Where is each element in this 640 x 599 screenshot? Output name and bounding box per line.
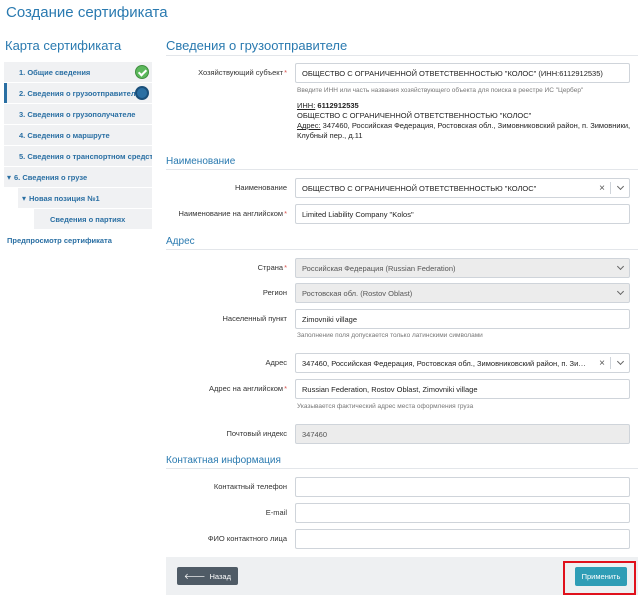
chevron-down-icon: ▾ bbox=[22, 193, 27, 203]
chevron-down-icon[interactable] bbox=[611, 182, 629, 191]
sidebar-item-transport[interactable]: 5. Сведения о транспортном средстве bbox=[4, 146, 152, 166]
sidebar-item-label: Предпросмотр сертификата bbox=[7, 235, 112, 245]
arrow-left-icon: 🡐 bbox=[184, 572, 206, 581]
subject-hint: Введите ИНН или часть названия хозяйству… bbox=[297, 87, 584, 94]
page-title: Создание сертификата bbox=[6, 4, 168, 21]
region-label: Регион bbox=[262, 288, 287, 297]
close-icon[interactable]: × bbox=[594, 183, 610, 194]
sidebar-item-label: 5. Сведения о транспортном средстве bbox=[19, 151, 152, 161]
address-title: Адрес bbox=[166, 236, 195, 247]
country-label: Страна* bbox=[257, 263, 287, 272]
phone-label: Контактный телефон bbox=[213, 482, 287, 491]
contact-person-input[interactable] bbox=[295, 529, 630, 549]
sidebar-item-batches[interactable]: Сведения о партиях bbox=[34, 209, 152, 229]
divider bbox=[166, 468, 638, 469]
close-icon[interactable]: × bbox=[594, 358, 610, 369]
name-en-input[interactable]: Limited Liability Company "Kolos" bbox=[295, 204, 630, 224]
subject-info: ИНН: 6112912535 ОБЩЕСТВО С ОГРАНИЧЕННОЙ … bbox=[297, 101, 631, 140]
divider bbox=[166, 169, 638, 170]
contacts-title: Контактная информация bbox=[166, 455, 281, 466]
sidebar-item-new-position[interactable]: ▾ Новая позиция №1 bbox=[18, 188, 152, 208]
sidebar-title: Карта сертификата bbox=[5, 38, 122, 53]
sidebar-item-cargo[interactable]: ▾ 6. Сведения о грузе bbox=[4, 167, 152, 187]
postal-input: 347460 bbox=[295, 424, 630, 444]
main-title: Сведения о грузоотправителе bbox=[166, 38, 348, 53]
contact-person-label: ФИО контактного лица bbox=[207, 534, 287, 543]
back-button[interactable]: 🡐 Назад bbox=[177, 567, 238, 585]
sidebar-item-label: 2. Сведения о грузоотправителе bbox=[19, 88, 140, 98]
sidebar-item-label: 6. Сведения о грузе bbox=[14, 172, 88, 182]
locality-input[interactable]: Zimovniki village bbox=[295, 309, 630, 329]
sidebar: 1. Общие сведения 2. Сведения о грузоотп… bbox=[4, 62, 152, 251]
addr-select[interactable]: 347460, Российская Федерация, Ростовская… bbox=[295, 353, 630, 373]
dot-circle-icon bbox=[135, 86, 149, 100]
email-label: E-mail bbox=[265, 508, 287, 517]
name-en-label: Наименование на английском* bbox=[178, 209, 287, 218]
region-select: Ростовская обл. (Rostov Oblast) bbox=[295, 283, 630, 303]
sidebar-item-label: Сведения о партиях bbox=[50, 214, 126, 224]
subject-field[interactable]: ОБЩЕСТВО С ОГРАНИЧЕННОЙ ОТВЕТСТВЕННОСТЬЮ… bbox=[295, 63, 630, 83]
check-circle-icon bbox=[135, 65, 149, 79]
divider bbox=[166, 249, 638, 250]
naming-title: Наименование bbox=[166, 156, 236, 167]
postal-label: Почтовый индекс bbox=[226, 429, 287, 438]
sidebar-item-route[interactable]: 4. Сведения о маршруте bbox=[4, 125, 152, 145]
divider bbox=[166, 55, 638, 56]
email-input[interactable] bbox=[295, 503, 630, 523]
country-select: Российская Федерация (Russian Federation… bbox=[295, 258, 630, 278]
sidebar-item-label: 3. Сведения о грузополучателе bbox=[19, 109, 136, 119]
subject-label: Хозяйствующий субъект* bbox=[198, 68, 287, 77]
sidebar-item-preview[interactable]: Предпросмотр сертификата bbox=[4, 230, 152, 250]
addr-en-input[interactable]: Russian Federation, Rostov Oblast, Zimov… bbox=[295, 379, 630, 399]
sidebar-item-general[interactable]: 1. Общие сведения bbox=[4, 62, 152, 82]
addr-en-label: Адрес на английском* bbox=[209, 384, 287, 393]
addr-label: Адрес bbox=[265, 358, 287, 367]
sidebar-item-consignor[interactable]: 2. Сведения о грузоотправителе bbox=[4, 83, 152, 103]
sidebar-item-label: 1. Общие сведения bbox=[19, 67, 91, 77]
sidebar-item-label: Новая позиция №1 bbox=[29, 193, 100, 203]
apply-button[interactable]: Применить bbox=[575, 567, 627, 586]
chevron-down-icon[interactable] bbox=[611, 357, 629, 366]
locality-hint: Заполнение поля допускается только латин… bbox=[297, 332, 483, 339]
chevron-down-icon bbox=[611, 287, 629, 296]
addr-en-hint: Указывается фактический адрес места офор… bbox=[297, 403, 474, 410]
locality-label: Населенный пункт bbox=[222, 314, 287, 323]
phone-input[interactable] bbox=[295, 477, 630, 497]
name-label: Наименование bbox=[235, 183, 287, 192]
sidebar-item-label: 4. Сведения о маршруте bbox=[19, 130, 110, 140]
chevron-down-icon: ▾ bbox=[7, 172, 12, 182]
sidebar-item-consignee[interactable]: 3. Сведения о грузополучателе bbox=[4, 104, 152, 124]
chevron-down-icon bbox=[611, 262, 629, 271]
name-select[interactable]: ОБЩЕСТВО С ОГРАНИЧЕННОЙ ОТВЕТСТВЕННОСТЬЮ… bbox=[295, 178, 630, 198]
